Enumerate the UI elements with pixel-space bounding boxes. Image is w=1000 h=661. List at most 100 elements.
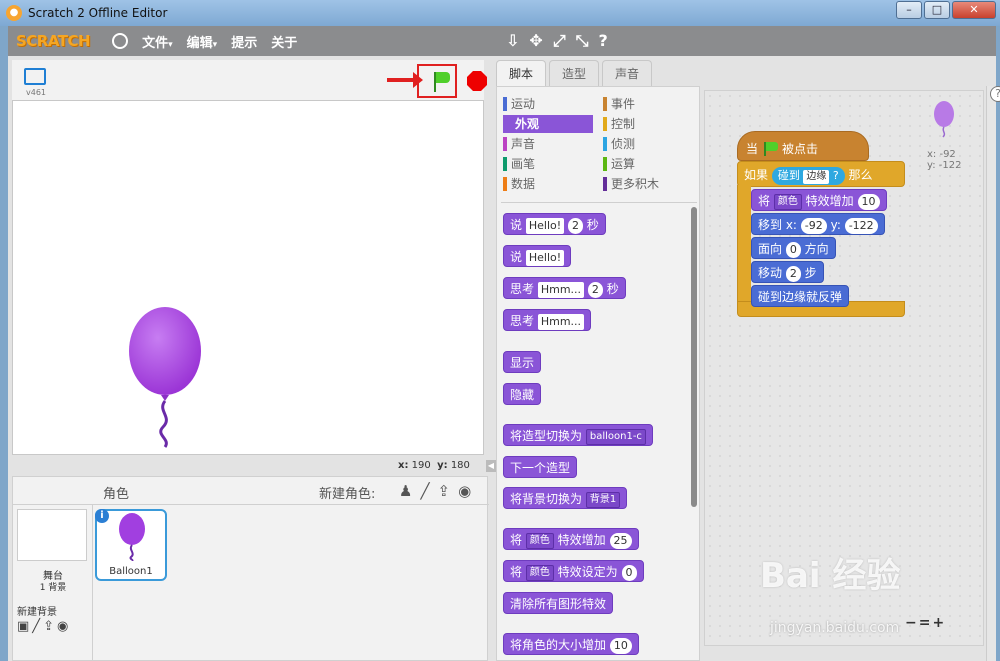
info-icon[interactable]: i	[95, 509, 109, 523]
help-icon[interactable]: ?	[598, 31, 607, 51]
if-block[interactable]: 如果 碰到 边缘 ? 那么 将 颜色 特效增加 10 移到 x: -92 y: …	[737, 161, 905, 323]
category-operators[interactable]: 运算	[603, 155, 693, 173]
block-input[interactable]: Hmm...	[537, 313, 585, 330]
block-switch-costume[interactable]: 将造型切换为 balloon1-c	[503, 424, 653, 446]
block-think-for-secs[interactable]: 思考 Hmm... 2 秒	[503, 277, 626, 299]
block-number[interactable]: 2	[587, 281, 603, 298]
block-change-effect[interactable]: 将 颜色 特效增加 25	[503, 528, 639, 550]
mouse-coords: x: 190 y: 180	[398, 460, 470, 471]
script-change-effect[interactable]: 将 颜色 特效增加 10	[751, 189, 887, 211]
help-panel-edge[interactable]	[986, 86, 996, 661]
script-goto-xy[interactable]: 移到 x: -92 y: -122	[751, 213, 885, 235]
if-block-arm	[737, 185, 751, 305]
zoom-out-icon[interactable]: −	[905, 615, 917, 631]
palette-scrollbar[interactable]	[691, 207, 697, 507]
stage-canvas[interactable]	[12, 100, 484, 455]
block-text: 秒	[606, 282, 619, 296]
block-think[interactable]: 思考 Hmm...	[503, 309, 592, 331]
block-dropdown[interactable]: 颜色	[525, 532, 554, 549]
green-flag-button[interactable]	[417, 64, 457, 98]
block-number[interactable]: 0	[785, 241, 801, 258]
when-flag-clicked-block[interactable]: 当 被点击	[737, 131, 869, 161]
block-switch-backdrop[interactable]: 将背景切换为 背景1	[503, 487, 628, 509]
help-tab-icon[interactable]: ?	[990, 86, 1000, 102]
script-point-direction[interactable]: 面向 0 方向	[751, 237, 836, 259]
upload-sprite-icon[interactable]: ⇪	[437, 482, 450, 500]
block-number[interactable]: 10	[609, 637, 632, 654]
block-number[interactable]: 2	[785, 265, 801, 282]
stop-button[interactable]	[467, 71, 487, 91]
fullscreen-icon[interactable]	[24, 68, 46, 85]
block-number[interactable]: 0	[621, 564, 637, 581]
block-number[interactable]: -92	[800, 217, 827, 234]
touching-edge-condition[interactable]: 碰到 边缘 ?	[771, 166, 845, 185]
block-set-effect[interactable]: 将 颜色 特效设定为 0	[503, 560, 644, 582]
menu-edit[interactable]: 编辑▾	[187, 32, 218, 51]
block-show[interactable]: 显示	[503, 351, 542, 373]
script-bounce-on-edge[interactable]: 碰到边缘就反弹	[751, 285, 850, 307]
block-input[interactable]: Hello!	[525, 217, 565, 234]
block-number[interactable]: 2	[567, 217, 583, 234]
block-dropdown[interactable]: 背景1	[585, 491, 621, 508]
category-events[interactable]: 事件	[603, 95, 693, 113]
block-clear-effects[interactable]: 清除所有图形特效	[503, 592, 614, 614]
block-next-costume[interactable]: 下一个造型	[503, 456, 578, 478]
block-dropdown[interactable]: balloon1-c	[585, 428, 646, 445]
shrink-icon[interactable]: ⤡	[576, 31, 589, 51]
sprite-library-icon[interactable]: ♟	[399, 482, 412, 500]
grow-icon[interactable]: ⤢	[553, 31, 566, 51]
menu-about[interactable]: 关于	[271, 32, 297, 51]
category-swatch	[603, 157, 607, 171]
script-move-steps[interactable]: 移动 2 步	[751, 261, 824, 283]
category-more-blocks[interactable]: 更多积木	[603, 175, 693, 193]
block-say-for-secs[interactable]: 说 Hello! 2 秒	[503, 213, 606, 235]
paint-sprite-icon[interactable]: ╱	[420, 482, 429, 500]
tab-scripts[interactable]: 脚本	[496, 60, 547, 86]
category-pen[interactable]: 画笔	[503, 155, 593, 173]
menu-bar: SCRATCH 文件▾ 编辑▾ 提示 关于 ⇩ ✥ ⤢ ⤡ ?	[8, 26, 996, 56]
mouse-y-value: 180	[450, 460, 470, 471]
sprite-tile-balloon1[interactable]: i Balloon1	[95, 509, 167, 581]
category-motion[interactable]: 运动	[503, 95, 593, 113]
stage-thumbnail[interactable]	[17, 509, 87, 561]
camera-sprite-icon[interactable]: ◉	[458, 482, 471, 500]
cut-icon[interactable]: ✥	[529, 31, 542, 51]
if-block-header: 如果 碰到 边缘 ? 那么	[737, 161, 905, 187]
balloon-sprite[interactable]	[125, 305, 205, 455]
upload-backdrop-icon[interactable]: ⇪	[43, 619, 54, 634]
block-text: 将	[510, 565, 523, 579]
block-dropdown[interactable]: 边缘	[803, 169, 830, 184]
duplicate-icon[interactable]: ⇩	[506, 31, 519, 51]
category-control[interactable]: 控制	[603, 115, 693, 133]
block-dropdown[interactable]: 颜色	[773, 193, 802, 210]
globe-icon[interactable]	[112, 33, 129, 49]
scratch-logo[interactable]: SCRATCH	[16, 32, 91, 50]
block-hide[interactable]: 隐藏	[503, 383, 542, 405]
camera-backdrop-icon[interactable]: ◉	[57, 619, 68, 634]
block-dropdown[interactable]: 颜色	[525, 564, 554, 581]
block-change-size[interactable]: 将角色的大小增加 10	[503, 633, 639, 655]
block-input[interactable]: Hmm...	[537, 281, 585, 298]
tab-sounds[interactable]: 声音	[602, 60, 653, 86]
block-input[interactable]: Hello!	[525, 249, 565, 266]
menu-tips[interactable]: 提示	[231, 32, 257, 51]
backdrop-library-icon[interactable]: ▣	[17, 619, 29, 634]
category-sound[interactable]: 声音	[503, 135, 593, 153]
paint-backdrop-icon[interactable]: ╱	[32, 619, 40, 634]
block-say[interactable]: 说 Hello!	[503, 245, 572, 267]
menu-file[interactable]: 文件▾	[142, 32, 173, 51]
zoom-reset-icon[interactable]: =	[919, 615, 931, 631]
block-number[interactable]: 25	[609, 532, 632, 549]
close-button[interactable]: ✕	[952, 1, 996, 19]
category-label: 侦测	[611, 137, 636, 151]
maximize-button[interactable]: □	[924, 1, 950, 19]
block-number[interactable]: -122	[844, 217, 878, 234]
category-data[interactable]: 数据	[503, 175, 593, 193]
category-looks[interactable]: 外观	[503, 115, 593, 133]
zoom-in-icon[interactable]: +	[932, 615, 944, 631]
tab-costumes[interactable]: 造型	[549, 60, 600, 86]
minimize-button[interactable]: –	[896, 1, 922, 19]
collapse-stage-icon[interactable]: ◀	[486, 460, 496, 472]
block-number[interactable]: 10	[857, 193, 880, 210]
category-sensing[interactable]: 侦测	[603, 135, 693, 153]
